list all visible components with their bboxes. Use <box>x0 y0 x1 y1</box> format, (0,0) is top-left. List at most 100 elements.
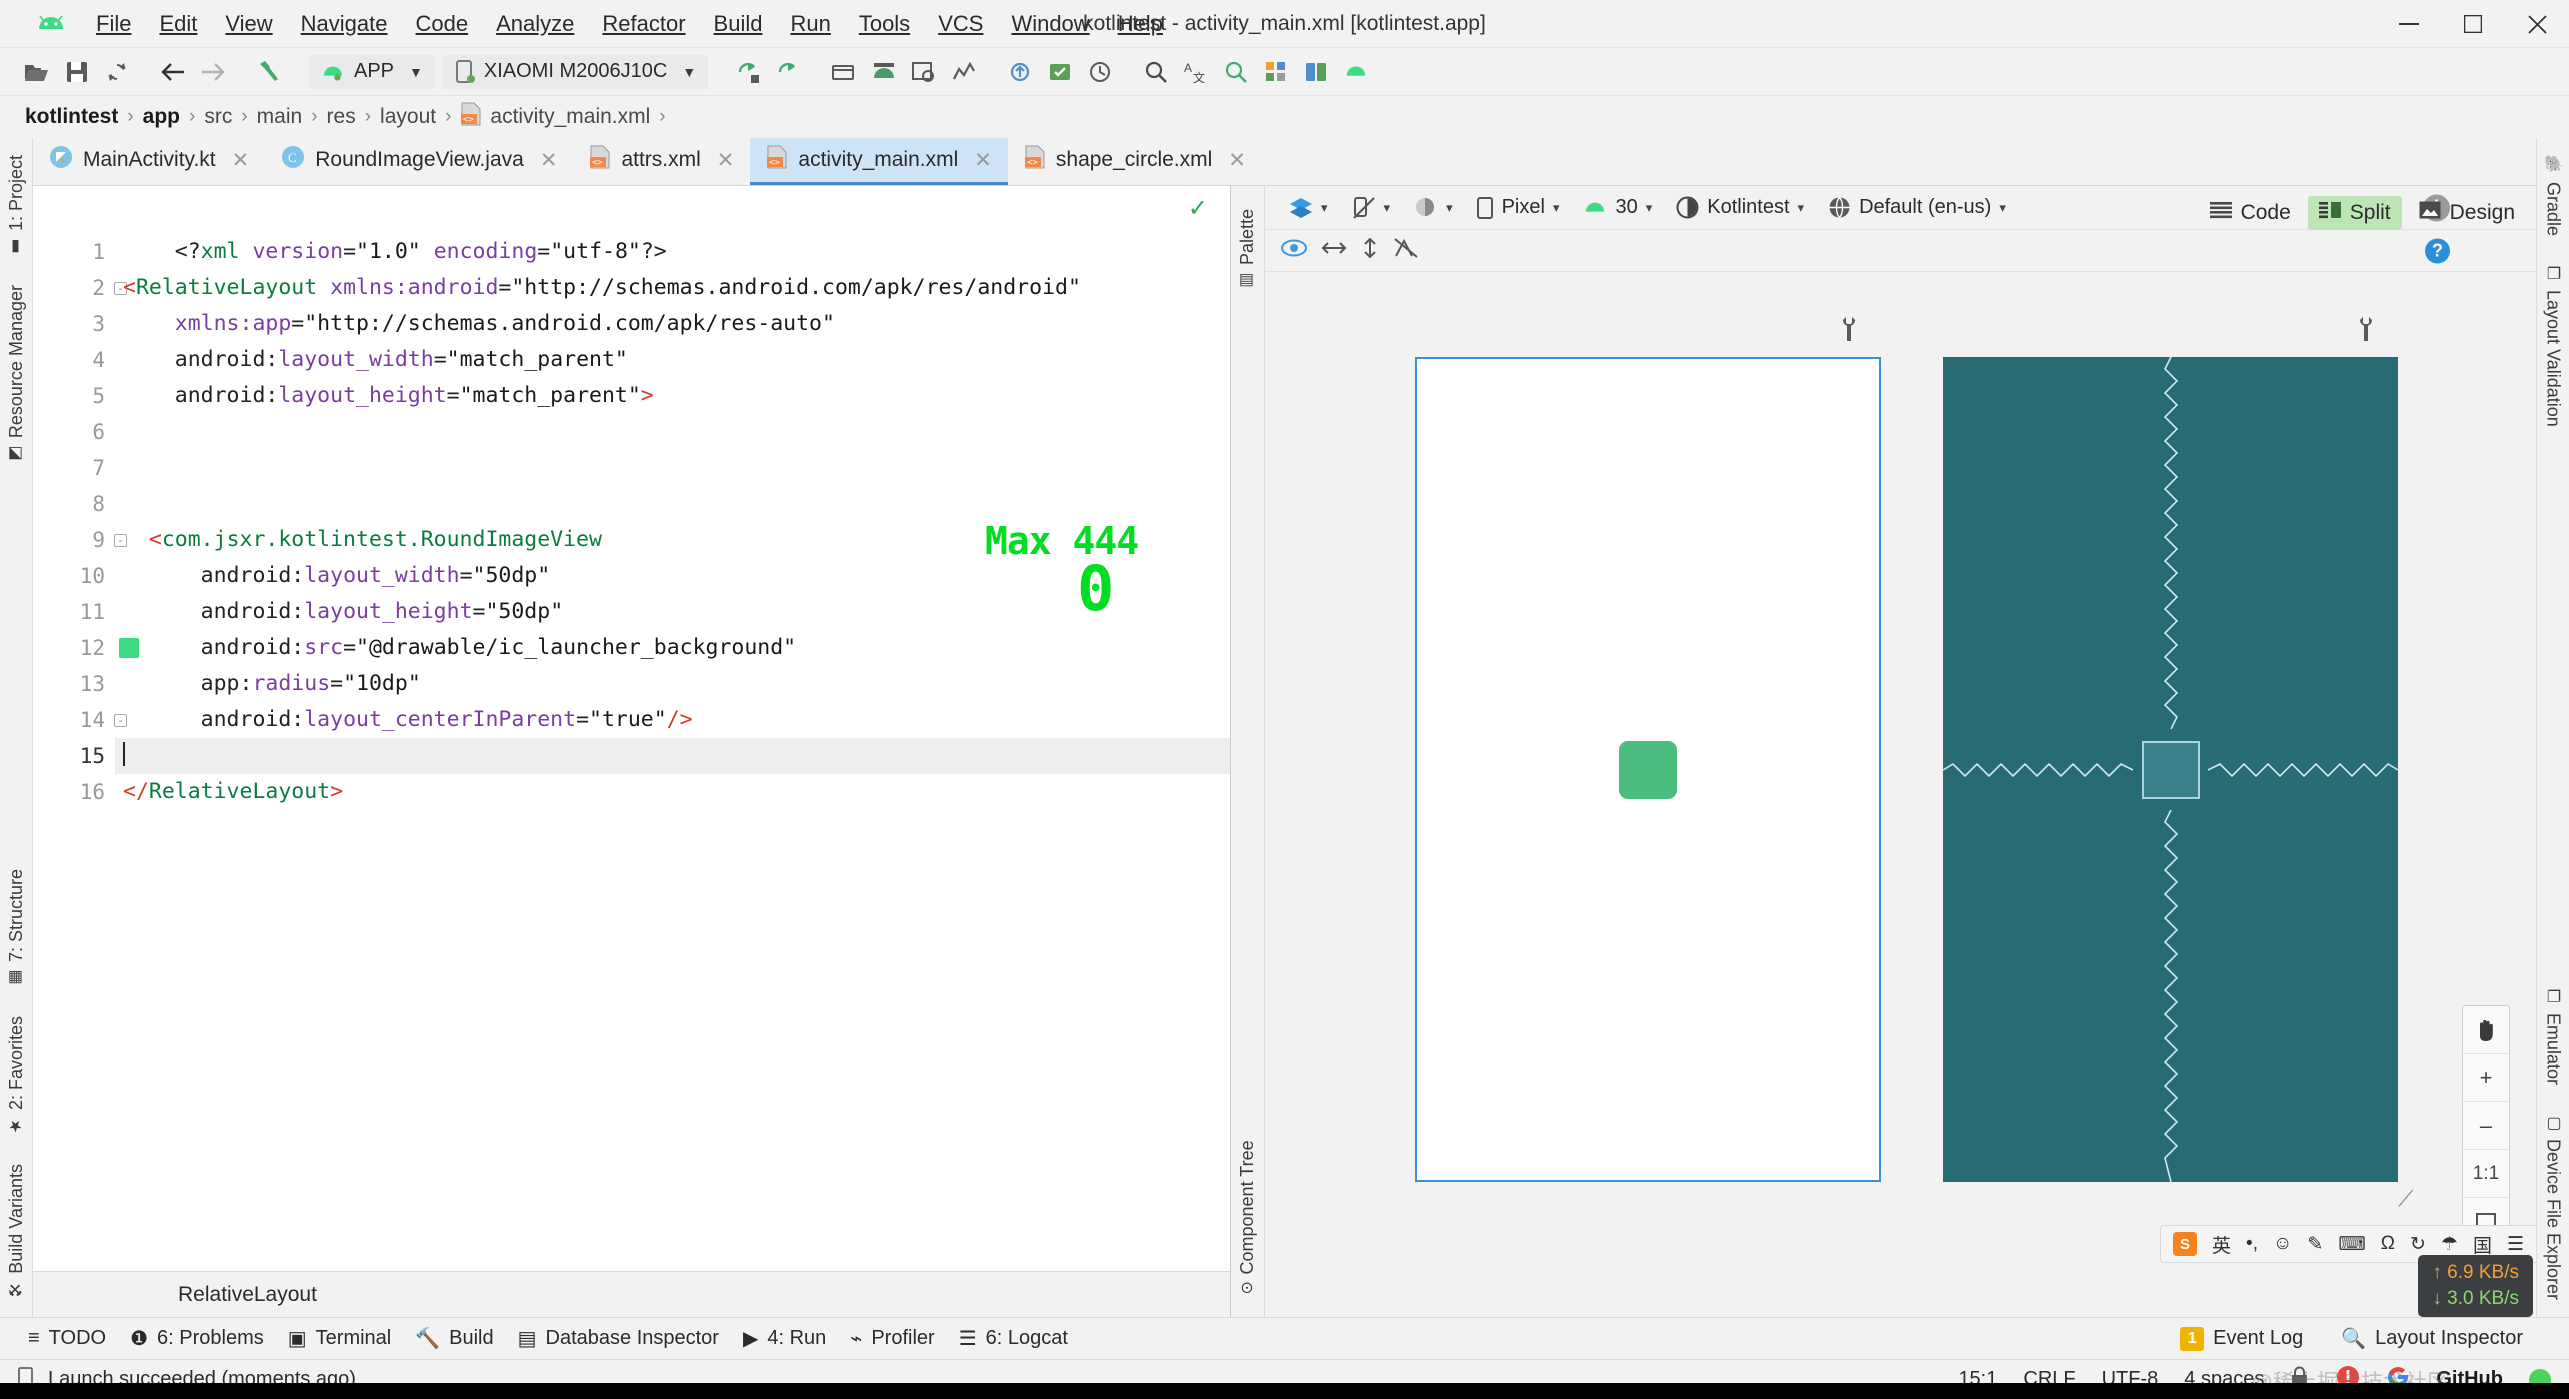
breadcrumb-item-main[interactable]: main <box>250 105 310 129</box>
device-mirror-icon[interactable] <box>1297 54 1335 90</box>
code-line[interactable] <box>115 738 1230 774</box>
sidebar-item-build-variants[interactable]: ⚒ Build Variants <box>4 1157 29 1307</box>
tab-roundimageview-java[interactable]: C RoundImageView.java ✕ <box>265 138 573 185</box>
inspection-status-icon[interactable]: ✓ <box>1188 194 1208 223</box>
tool-window-run[interactable]: ▶ 4: Run <box>733 1323 836 1354</box>
view-mode-split[interactable]: Split <box>2307 196 2402 230</box>
sidebar-item-gradle[interactable]: 🐘 Gradle <box>2541 148 2566 243</box>
breadcrumb-item-src[interactable]: src <box>197 105 239 129</box>
breadcrumb-item-layout[interactable]: layout <box>373 105 443 129</box>
device-selector[interactable]: XIAOMI M2006J10C ▼ <box>442 54 709 89</box>
search-action-icon[interactable] <box>1217 54 1255 90</box>
translate-icon[interactable]: A文 <box>1177 54 1215 90</box>
profiler-toolbar-icon[interactable] <box>945 54 983 90</box>
ime-refresh-icon[interactable]: ↻ <box>2410 1233 2426 1256</box>
ime-chinese-icon[interactable]: 国 <box>2473 1231 2492 1258</box>
round-image-view-blueprint[interactable] <box>2141 740 2200 799</box>
tool-window-database-inspector[interactable]: ▤ Database Inspector <box>508 1323 729 1354</box>
round-image-view-preview[interactable] <box>1619 740 1677 799</box>
close-icon[interactable]: ✕ <box>540 148 558 173</box>
code-line[interactable]: <com.jsxr.kotlintest.RoundImageView <box>115 522 1230 558</box>
sidebar-item-emulator[interactable]: ❐ Emulator <box>2541 980 2566 1092</box>
help-badge[interactable]: ? <box>2425 238 2450 263</box>
breadcrumb-item-res[interactable]: res <box>320 105 363 129</box>
theme-selector[interactable]: Kotlintest ▾ <box>1666 192 1814 223</box>
ime-toolbox-icon[interactable]: ☂ <box>2441 1233 2458 1256</box>
git-commit-icon[interactable] <box>1041 54 1079 90</box>
tool-window-problems[interactable]: ❶ 6: Problems <box>120 1323 274 1354</box>
menu-vcs[interactable]: VCS <box>924 7 997 41</box>
view-mode-design[interactable]: Design <box>2408 196 2526 230</box>
ime-menu-icon[interactable]: ☰ <box>2507 1233 2524 1256</box>
breadcrumb-item-kotlintest[interactable]: kotlintest <box>18 105 125 129</box>
horizontal-constraint-icon[interactable] <box>1321 239 1347 262</box>
ime-punctuation-icon[interactable]: •, <box>2246 1233 2258 1255</box>
close-icon[interactable]: ✕ <box>1228 148 1246 173</box>
save-icon[interactable] <box>58 54 96 90</box>
ime-symbol-icon[interactable]: Ω <box>2381 1233 2395 1255</box>
android-tools-icon[interactable] <box>1337 54 1375 90</box>
ime-language-label[interactable]: 英 <box>2212 1231 2231 1258</box>
tab-activity-main-xml[interactable]: <> activity_main.xml ✕ <box>750 138 1008 185</box>
tab-shape-circle-xml[interactable]: <> shape_circle.xml ✕ <box>1008 138 1262 185</box>
menu-file[interactable]: File <box>82 7 145 41</box>
menu-tools[interactable]: Tools <box>845 7 924 41</box>
tool-window-build[interactable]: 🔨 Build <box>405 1323 503 1354</box>
avd-manager-icon[interactable] <box>825 54 863 90</box>
code-line[interactable] <box>115 486 1230 522</box>
tool-window-logcat[interactable]: ☰ 6: Logcat <box>949 1323 1078 1354</box>
code-line[interactable]: android:layout_width="match_parent" <box>115 342 1230 378</box>
navigate-back-icon[interactable] <box>154 54 192 90</box>
component-path-label[interactable]: RelativeLayout <box>178 1283 317 1307</box>
api-level-selector[interactable]: 30 ▾ <box>1573 192 1662 223</box>
sidebar-item-device-file-explorer[interactable]: ▢ Device File Explorer <box>2541 1106 2566 1307</box>
tab-mainactivity-kt[interactable]: MainActivity.kt ✕ <box>33 138 265 185</box>
breadcrumb-item-app[interactable]: app <box>136 105 187 129</box>
code-text-area[interactable]: <?xml version="1.0" encoding="utf-8"?> <R… <box>115 230 1230 1271</box>
sync-icon[interactable] <box>98 54 136 90</box>
eye-icon[interactable] <box>1281 238 1307 263</box>
menu-edit[interactable]: Edit <box>145 7 211 41</box>
git-history-icon[interactable] <box>1081 54 1119 90</box>
menu-view[interactable]: View <box>211 7 286 41</box>
sidebar-item-favorites[interactable]: ★ 2: Favorites <box>4 1009 29 1143</box>
menu-run[interactable]: Run <box>776 7 844 41</box>
theme-mode-button[interactable]: ▾ <box>1404 192 1463 224</box>
code-line[interactable]: xmlns:app="http://schemas.android.com/ap… <box>115 306 1230 342</box>
zoom-level-label[interactable]: 1:1 <box>2463 1150 2509 1198</box>
menu-navigate[interactable]: Navigate <box>287 7 402 41</box>
panel-palette[interactable]: ▤ Palette <box>1235 202 1260 298</box>
clear-constraints-icon[interactable] <box>1393 237 1419 264</box>
code-line[interactable]: android:layout_centerInParent="true"/> <box>115 702 1230 738</box>
sidebar-item-layout-validation[interactable]: ❐ Layout Validation <box>2541 257 2566 434</box>
code-line[interactable]: android:layout_width="50dp" <box>115 558 1230 594</box>
plugin-grid-icon[interactable] <box>1257 54 1295 90</box>
blueprint-wrench-icon[interactable] <box>2356 316 2376 347</box>
ime-keyboard-icon[interactable]: ⌨ <box>2338 1233 2365 1256</box>
tool-window-todo[interactable]: ≡ TODO <box>18 1324 116 1353</box>
search-everywhere-icon[interactable] <box>1137 54 1175 90</box>
view-mode-code[interactable]: Code <box>2199 196 2302 230</box>
code-line[interactable]: android:layout_height="50dp" <box>115 594 1230 630</box>
design-surface-mode-button[interactable]: ▾ <box>1279 193 1338 223</box>
close-button[interactable] <box>2505 0 2569 48</box>
tool-window-terminal[interactable]: ▣ Terminal <box>278 1323 401 1354</box>
tool-window-event-log[interactable]: 1 Event Log <box>2170 1324 2313 1354</box>
pan-hand-icon[interactable] <box>2463 1006 2509 1054</box>
vertical-constraint-icon[interactable] <box>1361 237 1379 264</box>
menu-refactor[interactable]: Refactor <box>588 7 699 41</box>
ime-handwriting-icon[interactable]: ✎ <box>2307 1233 2323 1256</box>
sidebar-item-structure[interactable]: ▦ 7: Structure <box>4 862 29 995</box>
close-icon[interactable]: ✕ <box>974 148 992 173</box>
color-preview-swatch[interactable] <box>119 638 139 658</box>
breadcrumb-item-activity-main-xml[interactable]: activity_main.xml <box>490 105 650 129</box>
menu-analyze[interactable]: Analyze <box>482 7 588 41</box>
sidebar-item-project[interactable]: ▮ 1: Project <box>4 148 29 264</box>
run-configuration-selector[interactable]: APP ▼ <box>309 54 435 89</box>
debug-icon[interactable] <box>769 54 807 90</box>
code-line[interactable]: </RelativeLayout> <box>115 774 1230 810</box>
locale-selector[interactable]: Default (en-us) ▾ <box>1818 192 2016 223</box>
orientation-button[interactable]: ▾ <box>1342 192 1401 224</box>
design-canvas[interactable]: ⟋ + – 1:1 S 英 •, ☺ ✎ ⌨ Ω ↻ ☂ 国 ☰ <box>1265 272 2536 1317</box>
zoom-out-button[interactable]: – <box>2463 1102 2509 1150</box>
